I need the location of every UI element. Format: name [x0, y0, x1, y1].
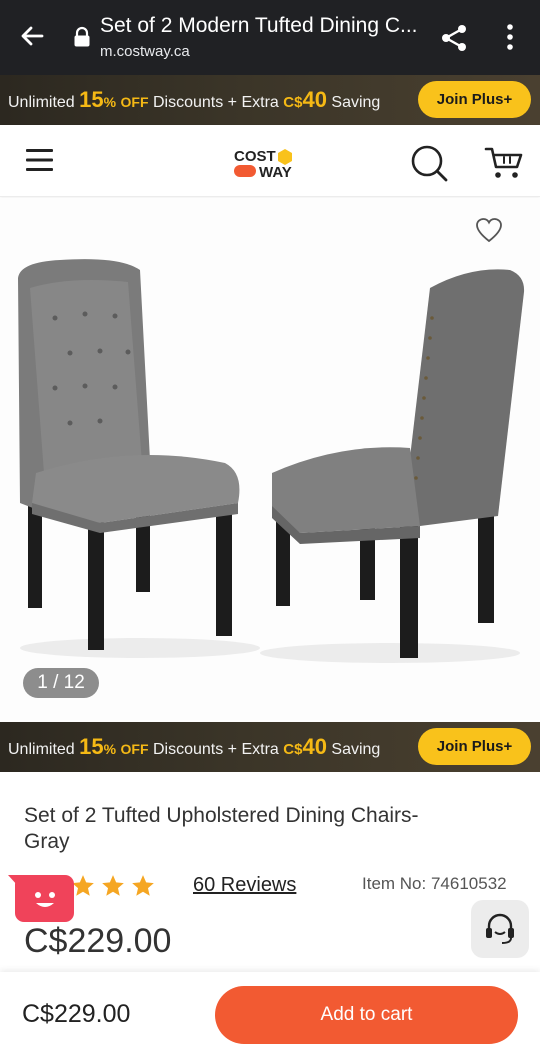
product-image-gallery[interactable]: 1 / 12: [0, 198, 540, 720]
product-title: Set of 2 Tufted Upholstered Dining Chair…: [24, 804, 419, 853]
svg-text:COST: COST: [234, 148, 276, 165]
promo-text: Unlimited 15% OFF Discounts + Extra C$40…: [8, 87, 381, 112]
customer-support-button[interactable]: [471, 900, 529, 958]
more-options-icon[interactable]: [497, 22, 523, 52]
image-counter: 1 / 12: [23, 668, 99, 698]
browser-url[interactable]: m.costway.ca: [100, 43, 190, 60]
item-number: Item No: 74610532: [362, 874, 507, 893]
browser-page-title[interactable]: Set of 2 Modern Tufted Dining C...: [100, 14, 420, 38]
wishlist-heart-icon[interactable]: [475, 217, 503, 243]
browser-address-bar: Set of 2 Modern Tufted Dining C... m.cos…: [0, 0, 540, 75]
page: Set of 2 Modern Tufted Dining C... m.cos…: [0, 0, 540, 1058]
add-to-cart-button[interactable]: Add to cart: [215, 986, 518, 1044]
join-plus-button[interactable]: Join Plus+: [418, 81, 531, 118]
back-arrow-icon[interactable]: [18, 22, 46, 50]
costway-logo[interactable]: COST WAY: [233, 147, 307, 179]
join-plus-button[interactable]: Join Plus+: [418, 728, 531, 765]
product-image[interactable]: [0, 248, 540, 678]
site-header: COST WAY: [0, 125, 540, 197]
promo-banner-bottom[interactable]: Unlimited 15% OFF Discounts + Extra C$40…: [0, 722, 540, 772]
svg-text:WAY: WAY: [259, 164, 292, 179]
hamburger-menu-icon[interactable]: [26, 148, 53, 172]
star-icon: [102, 875, 124, 896]
bottom-purchase-bar: C$229.00 Add to cart: [0, 972, 540, 1058]
promo-banner-top[interactable]: Unlimited 15% OFF Discounts + Extra C$40…: [0, 75, 540, 125]
bottom-price: C$229.00: [22, 1000, 131, 1028]
product-price: C$229.00: [24, 922, 172, 960]
lock-icon: [74, 26, 90, 47]
chat-bot-icon[interactable]: [8, 872, 76, 924]
reviews-link[interactable]: 60 Reviews: [193, 874, 296, 897]
promo-text: Unlimited 15% OFF Discounts + Extra C$40…: [8, 734, 381, 759]
cart-icon[interactable]: [484, 145, 524, 181]
search-icon[interactable]: [409, 143, 449, 183]
share-icon[interactable]: [438, 22, 470, 54]
headset-icon: [486, 913, 514, 944]
star-icon: [132, 875, 154, 896]
